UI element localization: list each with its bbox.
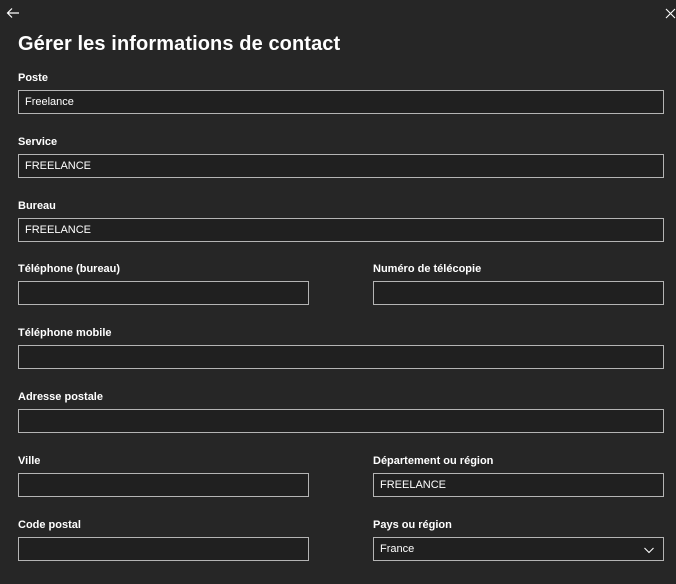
departement-value: FREELANCE [380, 479, 447, 491]
service-value: FREELANCE [25, 160, 92, 172]
pays-select[interactable]: France [373, 537, 664, 561]
bureau-field: Bureau FREELANCE [18, 199, 664, 242]
fax-input[interactable] [373, 281, 664, 305]
service-field: Service FREELANCE [18, 135, 664, 178]
back-button[interactable] [3, 3, 23, 23]
poste-value: Freelance [25, 96, 74, 108]
mobile-label: Téléphone mobile [18, 327, 112, 339]
poste-field: Poste Freelance [18, 71, 664, 114]
adresse-input[interactable] [18, 409, 664, 433]
code-postal-field: Code postal [18, 518, 309, 561]
pays-field: Pays ou région France [373, 518, 664, 561]
code-postal-input[interactable] [18, 537, 309, 561]
poste-label: Poste [18, 72, 48, 84]
service-input[interactable]: FREELANCE [18, 154, 664, 178]
adresse-label: Adresse postale [18, 391, 103, 403]
departement-label: Département ou région [373, 455, 494, 467]
poste-input[interactable]: Freelance [18, 90, 664, 114]
fax-field: Numéro de télécopie [373, 262, 664, 305]
code-postal-label: Code postal [18, 519, 81, 531]
bureau-label: Bureau [18, 200, 56, 212]
adresse-field: Adresse postale [18, 390, 664, 433]
page-title: Gérer les informations de contact [18, 33, 341, 55]
departement-field: Département ou région FREELANCE [373, 454, 664, 497]
close-button[interactable] [660, 3, 676, 23]
telephone-bureau-label: Téléphone (bureau) [18, 263, 121, 275]
mobile-input[interactable] [18, 345, 664, 369]
chevron-down-icon [644, 547, 654, 554]
pays-label: Pays ou région [373, 519, 452, 531]
ville-input[interactable] [18, 473, 309, 497]
pays-value: France [380, 543, 415, 555]
fax-label: Numéro de télécopie [373, 263, 482, 275]
service-label: Service [18, 136, 58, 148]
arrow-left-icon [6, 8, 19, 18]
close-icon [665, 8, 675, 18]
departement-input[interactable]: FREELANCE [373, 473, 664, 497]
ville-label: Ville [18, 455, 41, 467]
telephone-bureau-input[interactable] [18, 281, 309, 305]
bureau-input[interactable]: FREELANCE [18, 218, 664, 242]
telephone-bureau-field: Téléphone (bureau) [18, 262, 309, 305]
ville-field: Ville [18, 454, 309, 497]
mobile-field: Téléphone mobile [18, 326, 664, 369]
top-bar [0, 0, 676, 28]
bureau-value: FREELANCE [25, 224, 92, 236]
